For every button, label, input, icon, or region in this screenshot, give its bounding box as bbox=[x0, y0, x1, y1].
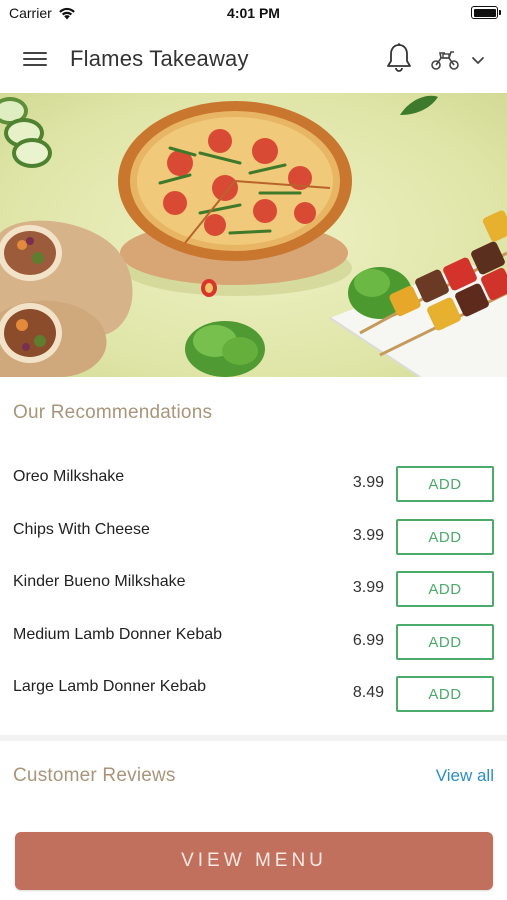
item-price: 3.99 bbox=[352, 527, 384, 544]
delivery-mode-selector[interactable] bbox=[429, 44, 491, 76]
list-item: Medium Lamb Donner Kebab 6.99 ADD bbox=[0, 624, 507, 678]
cucumber-slices bbox=[0, 97, 52, 168]
pizza bbox=[118, 101, 352, 261]
item-price: 8.49 bbox=[352, 684, 384, 701]
add-button[interactable]: ADD bbox=[396, 571, 494, 607]
list-item: Kinder Bueno Milkshake 3.99 ADD bbox=[0, 571, 507, 625]
recommendations-section: Our Recommendations Oreo Milkshake 3.99 … bbox=[0, 377, 507, 735]
reviews-title: Customer Reviews bbox=[13, 765, 176, 786]
item-price: 3.99 bbox=[352, 474, 384, 491]
view-menu-button[interactable]: VIEW MENU bbox=[15, 832, 493, 890]
notifications-button[interactable] bbox=[384, 42, 414, 74]
battery-icon bbox=[471, 6, 501, 19]
scooter-icon bbox=[431, 51, 459, 70]
status-bar: Carrier 4:01 PM bbox=[0, 0, 507, 28]
leaf-garnish bbox=[400, 95, 438, 115]
food-illustration bbox=[0, 95, 507, 377]
battery-fill bbox=[473, 8, 496, 17]
item-price: 3.99 bbox=[352, 579, 384, 596]
item-name: Oreo Milkshake bbox=[13, 468, 125, 485]
bell-icon bbox=[387, 43, 411, 72]
page-title: Flames Takeaway bbox=[70, 46, 249, 71]
list-item: Oreo Milkshake 3.99 ADD bbox=[0, 466, 507, 520]
view-all-reviews-link[interactable]: View all bbox=[436, 766, 494, 786]
lettuce bbox=[185, 321, 265, 377]
item-price: 6.99 bbox=[352, 632, 384, 649]
app-header: Flames Takeaway bbox=[0, 28, 507, 93]
add-button[interactable]: ADD bbox=[396, 624, 494, 660]
item-name: Medium Lamb Donner Kebab bbox=[13, 626, 223, 643]
item-name: Kinder Bueno Milkshake bbox=[13, 573, 186, 590]
recommendations-title: Our Recommendations bbox=[13, 402, 213, 423]
add-button[interactable]: ADD bbox=[396, 466, 494, 502]
item-name: Large Lamb Donner Kebab bbox=[13, 678, 207, 695]
list-item: Large Lamb Donner Kebab 8.49 ADD bbox=[0, 676, 507, 730]
hero-banner-image bbox=[0, 93, 507, 377]
list-item: Chips With Cheese 3.99 ADD bbox=[0, 519, 507, 573]
wrap-rolls bbox=[0, 220, 133, 377]
chevron-down-icon bbox=[472, 57, 484, 64]
item-name: Chips With Cheese bbox=[13, 521, 150, 538]
add-button[interactable]: ADD bbox=[396, 519, 494, 555]
add-button[interactable]: ADD bbox=[396, 676, 494, 712]
status-time: 4:01 PM bbox=[227, 5, 280, 21]
menu-button[interactable] bbox=[20, 48, 50, 72]
section-divider bbox=[0, 735, 507, 741]
kebab-skewers bbox=[329, 210, 507, 377]
